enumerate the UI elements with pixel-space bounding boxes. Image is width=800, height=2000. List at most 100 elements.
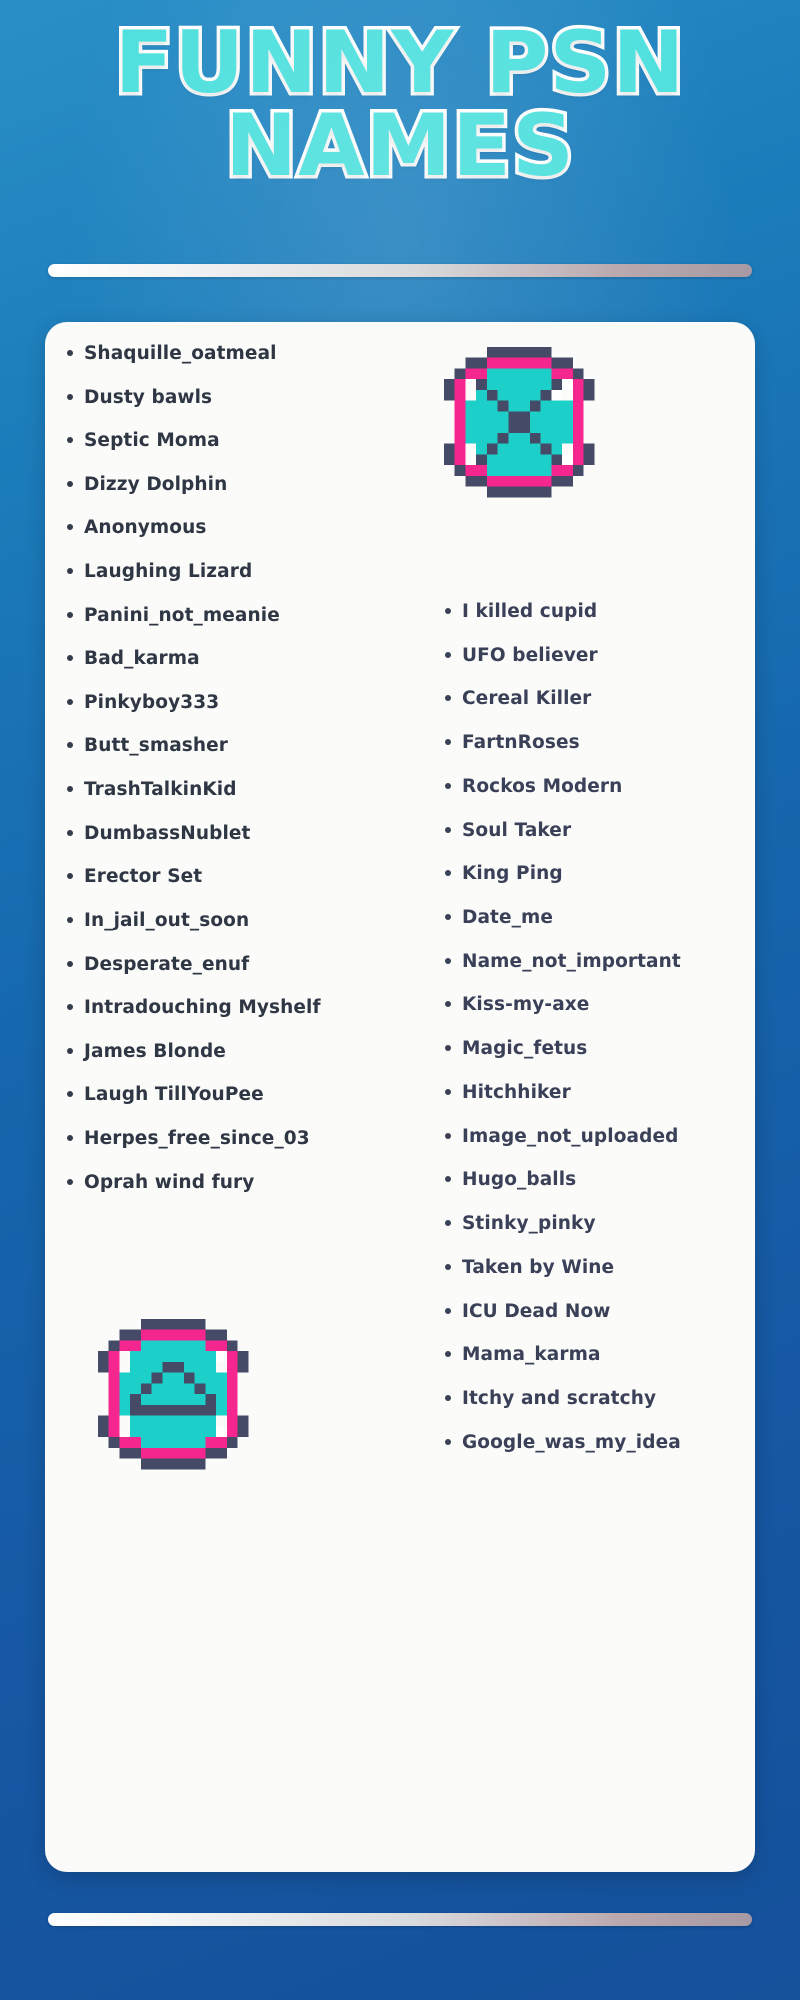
list-item: Dusty bawls xyxy=(67,387,419,407)
list-item-label: Septic Moma xyxy=(84,430,220,452)
bullet-icon xyxy=(445,608,451,614)
list-item-label: In_jail_out_soon xyxy=(84,909,250,931)
list-item: Erector Set xyxy=(67,867,419,887)
list-item: Soul Taker xyxy=(445,820,755,840)
bullet-icon xyxy=(67,1047,73,1054)
list-item: Dizzy Dolphin xyxy=(67,473,419,495)
list-item-label: Intradouching Myshelf xyxy=(84,997,321,1019)
list-item-label: I killed cupid xyxy=(462,601,598,622)
list-item: James Blonde xyxy=(67,1040,419,1062)
list-item-label: Oprah wind fury xyxy=(84,1171,255,1193)
list-item-label: FartnRoses xyxy=(462,732,580,754)
bullet-icon xyxy=(67,960,73,967)
list-item-label: Google_was_my_idea xyxy=(462,1431,681,1453)
list-item: Shaquille_oatmeal xyxy=(67,344,419,363)
bullet-icon xyxy=(67,742,73,749)
bullet-icon xyxy=(67,655,73,662)
list-item: DumbassNublet xyxy=(67,822,419,844)
list-item-label: Magic_fetus xyxy=(462,1038,588,1060)
list-item-label: Panini_not_meanie xyxy=(84,604,280,626)
list-item-label: Taken by Wine xyxy=(462,1256,615,1278)
list-item: Date_me xyxy=(445,908,755,927)
list-item: Itchy and scratchy xyxy=(445,1389,755,1408)
right-names-list: I killed cupid UFO believer Cereal Kille… xyxy=(445,602,755,1476)
list-item: Laugh TillYouPee xyxy=(67,1084,419,1106)
list-item: Intradouching Myshelf xyxy=(67,997,419,1019)
infographic-page: FUNNY PSN NAMES Shaquille_oatmeal Dusty … xyxy=(0,0,800,2000)
list-item-label: Itchy and scratchy xyxy=(462,1387,657,1409)
list-item-label: Laugh TillYouPee xyxy=(84,1084,264,1106)
list-item-label: Shaquille_oatmeal xyxy=(84,343,277,364)
list-item: Butt_smasher xyxy=(67,735,419,757)
bullet-icon xyxy=(445,1438,451,1445)
list-item: Anonymous xyxy=(67,517,419,539)
list-item-label: Name_not_important xyxy=(462,950,681,972)
list-item-label: Kiss-my-axe xyxy=(462,994,590,1016)
divider-top xyxy=(48,264,752,277)
list-item-label: DumbassNublet xyxy=(84,822,251,844)
bullet-icon xyxy=(67,350,73,356)
bullet-icon xyxy=(67,873,73,880)
list-item-label: UFO believer xyxy=(462,644,598,666)
bullet-icon xyxy=(445,957,451,964)
bullet-icon xyxy=(445,1394,451,1401)
list-item: Kiss-my-axe xyxy=(445,994,755,1016)
bullet-icon xyxy=(67,1004,73,1011)
bullet-icon xyxy=(445,914,451,921)
list-item: Taken by Wine xyxy=(445,1256,755,1278)
bullet-icon xyxy=(445,1045,451,1052)
title-line-2: NAMES xyxy=(222,95,578,196)
divider-bottom xyxy=(48,1913,752,1926)
list-item-label: James Blonde xyxy=(84,1040,226,1062)
bullet-icon xyxy=(445,1088,451,1095)
list-item-label: Butt_smasher xyxy=(84,735,229,757)
bullet-icon xyxy=(67,568,73,575)
list-item-label: TrashTalkinKid xyxy=(84,779,237,801)
list-item: Pinkyboy333 xyxy=(67,691,419,713)
bullet-icon xyxy=(67,916,73,923)
list-item-label: Bad_karma xyxy=(84,648,200,670)
bullet-icon xyxy=(445,695,451,702)
list-item: Panini_not_meanie xyxy=(67,604,419,626)
list-item: Name_not_important xyxy=(445,950,755,972)
list-item: I killed cupid xyxy=(445,602,755,621)
list-item: Stinky_pinky xyxy=(445,1214,755,1233)
list-item-label: Image_not_uploaded xyxy=(462,1125,679,1147)
list-item: Herpes_free_since_03 xyxy=(67,1129,419,1148)
bullet-icon xyxy=(67,480,73,487)
list-item-label: Desperate_enuf xyxy=(84,953,250,975)
list-item: Magic_fetus xyxy=(445,1038,755,1060)
list-item-label: Anonymous xyxy=(84,517,207,539)
list-item: Rockos Modern xyxy=(445,775,755,797)
list-item-label: Rockos Modern xyxy=(462,775,623,797)
list-item-label: ICU Dead Now xyxy=(462,1300,611,1322)
bullet-icon xyxy=(67,524,73,531)
bullet-icon xyxy=(445,651,451,658)
bullet-icon xyxy=(67,1178,73,1185)
list-item: Laughing Lizard xyxy=(67,562,419,581)
list-item: Septic Moma xyxy=(67,430,419,452)
names-card: Shaquille_oatmeal Dusty bawls Septic Mom… xyxy=(45,322,755,1872)
bullet-icon xyxy=(445,1132,451,1139)
bullet-icon xyxy=(445,1307,451,1314)
bullet-icon xyxy=(445,826,451,833)
list-item: TrashTalkinKid xyxy=(67,779,419,801)
bullet-icon xyxy=(67,611,73,618)
list-item-label: Date_me xyxy=(462,907,554,929)
list-item-label: Dizzy Dolphin xyxy=(84,473,228,495)
list-item: King Ping xyxy=(445,863,755,885)
bullet-icon xyxy=(67,786,73,793)
list-item-label: Pinkyboy333 xyxy=(84,691,220,713)
list-item-label: King Ping xyxy=(462,863,563,885)
list-item: Hitchhiker xyxy=(445,1082,755,1102)
bullet-icon xyxy=(445,1001,451,1008)
list-item: Desperate_enuf xyxy=(67,953,419,975)
list-item: FartnRoses xyxy=(445,732,755,754)
bullet-icon xyxy=(445,1220,451,1227)
list-item: Image_not_uploaded xyxy=(445,1125,755,1147)
list-item: Hugo_balls xyxy=(445,1170,755,1190)
bullet-icon xyxy=(445,870,451,877)
list-item: In_jail_out_soon xyxy=(67,909,419,931)
title-line-1: FUNNY PSN xyxy=(111,13,688,113)
list-item: Oprah wind fury xyxy=(67,1171,419,1193)
